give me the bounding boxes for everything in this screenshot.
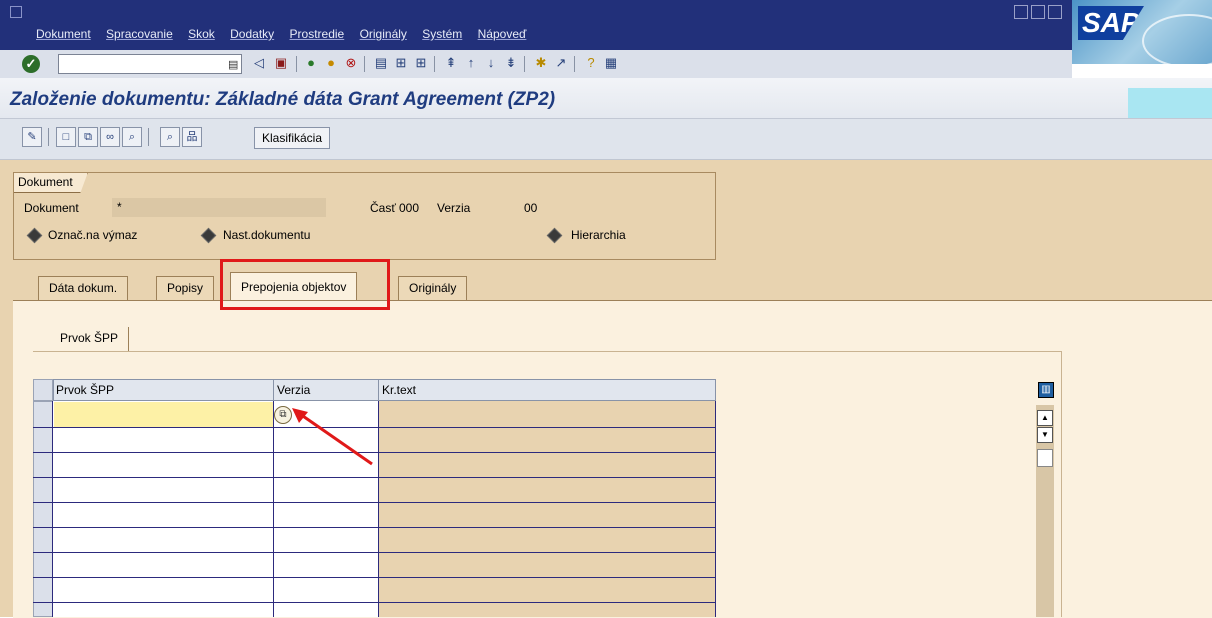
exit-icon[interactable]: ● — [322, 54, 340, 72]
sap-logo: SAP — [1072, 0, 1212, 64]
group-title: Dokument — [14, 173, 88, 193]
arrow-line — [299, 412, 373, 466]
menu-dodatky[interactable]: Dodatky — [230, 27, 274, 41]
copy-icon[interactable]: ⧉ — [78, 127, 98, 147]
row-divider — [33, 527, 716, 528]
column-divider — [273, 401, 274, 617]
row-selectors[interactable] — [33, 401, 53, 617]
help-icon[interactable]: ? — [582, 54, 600, 72]
logo-swirl — [1142, 14, 1212, 64]
command-field[interactable] — [58, 54, 242, 74]
search-icon[interactable]: ⌕ — [160, 127, 180, 147]
highlight-box — [220, 259, 390, 310]
toolbar-separator — [574, 56, 575, 72]
dokument-field[interactable]: * — [112, 198, 326, 217]
maximize-icon[interactable] — [1031, 5, 1045, 19]
menu-dokument[interactable]: Dokument — [36, 27, 91, 41]
prev-page-icon[interactable]: ↑ — [462, 54, 480, 72]
table-settings-icon[interactable]: ▥ — [1038, 382, 1054, 398]
cancel-icon[interactable]: ⊗ — [342, 54, 360, 72]
column-divider — [715, 401, 716, 617]
find-next-icon[interactable]: ⊞ — [412, 54, 430, 72]
klasifikacia-button[interactable]: Klasifikácia — [254, 127, 331, 149]
title-status-box — [1128, 88, 1212, 118]
shortcut-icon[interactable]: ↗ — [552, 54, 570, 72]
annotation-arrow — [292, 408, 373, 466]
toolbar-separator — [434, 56, 435, 72]
toolbar-separator — [524, 56, 525, 72]
column-divider — [378, 401, 379, 617]
toolbar-separator — [296, 56, 297, 72]
cast-label: Časť — [370, 201, 396, 215]
back-icon[interactable]: ◁ — [250, 54, 268, 72]
menu-originaly[interactable]: Originály — [360, 27, 407, 41]
toolbar-separator — [48, 128, 49, 146]
oznac-label: Označ.na výmaz — [48, 228, 138, 242]
close-icon[interactable] — [1048, 5, 1062, 19]
verzia-value: 00 — [524, 201, 538, 215]
back-nav-icon[interactable]: ● — [302, 54, 320, 72]
toolbar-separator — [364, 56, 365, 72]
subtab-divider — [33, 351, 1061, 352]
hierarchy-icon[interactable]: 品 — [182, 127, 202, 147]
menu-system[interactable]: Systém — [422, 27, 462, 41]
layout-icon[interactable]: ▦ — [602, 54, 620, 72]
tab-data-dokum[interactable]: Dáta dokum. — [38, 276, 129, 300]
row-divider — [33, 502, 716, 503]
menu-skok[interactable]: Skok — [188, 27, 215, 41]
row-divider — [33, 577, 716, 578]
row-divider — [33, 477, 716, 478]
verzia-label: Verzia — [437, 201, 471, 215]
row-selector-column — [33, 401, 53, 617]
find-icon[interactable]: ⊞ — [392, 54, 410, 72]
hierarchia-label: Hierarchia — [571, 228, 626, 242]
new-session-icon[interactable]: ✱ — [532, 54, 550, 72]
system-menu-icon[interactable] — [10, 6, 22, 18]
arrow-head — [292, 408, 308, 423]
dokument-label: Dokument — [24, 201, 79, 215]
new-document-icon[interactable]: □ — [56, 127, 76, 147]
row-divider — [33, 602, 716, 603]
column-header-prvok-spp[interactable]: Prvok ŠPP — [53, 380, 274, 400]
cast-value: 000 — [399, 201, 420, 215]
window-buttons — [1014, 5, 1065, 22]
active-input-cell[interactable] — [54, 402, 273, 427]
first-page-icon[interactable]: ⇞ — [442, 54, 460, 72]
scroll-down-icon[interactable]: ▼ — [1037, 427, 1053, 443]
column-divider — [52, 401, 53, 617]
subtab-right-border — [1061, 351, 1062, 617]
minimize-icon[interactable] — [1014, 5, 1028, 19]
row-divider — [33, 552, 716, 553]
menu-spracovanie[interactable]: Spracovanie — [106, 27, 173, 41]
page-title: Založenie dokumentu: Základné dáta Grant… — [10, 89, 556, 110]
ok-icon[interactable]: ✓ — [22, 55, 40, 73]
select-all-cell[interactable] — [33, 379, 53, 401]
sap-logo-text: SAP — [1078, 6, 1144, 40]
menu-prostredie[interactable]: Prostredie — [290, 27, 345, 41]
edit-toggle-icon[interactable]: ✎ — [22, 127, 42, 147]
kr-text-column — [379, 401, 716, 617]
column-header-kr-text[interactable]: Kr.text — [379, 380, 716, 400]
save-icon[interactable]: ▣ — [272, 54, 290, 72]
nast-label: Nast.dokumentu — [223, 228, 311, 242]
tab-originaly[interactable]: Originály — [398, 276, 468, 300]
glasses-icon[interactable]: ∞ — [100, 127, 120, 147]
binoculars-icon[interactable]: ⌕ — [122, 127, 142, 147]
next-page-icon[interactable]: ↓ — [482, 54, 500, 72]
menu-items: Dokument Spracovanie Skok Dodatky Prostr… — [36, 27, 538, 41]
subtab-prvok-spp[interactable]: Prvok ŠPP — [48, 327, 130, 351]
menu-napoveda[interactable]: Nápoveď — [478, 27, 527, 41]
command-dropdown-icon[interactable]: ▤ — [228, 58, 238, 71]
scroll-up-icon[interactable]: ▲ — [1037, 410, 1053, 426]
prvok-spp-column — [53, 401, 274, 617]
tab-popisy[interactable]: Popisy — [156, 276, 215, 300]
last-page-icon[interactable]: ⇟ — [502, 54, 520, 72]
scroll-thumb[interactable] — [1037, 449, 1053, 467]
toolbar-separator — [148, 128, 149, 146]
print-icon[interactable]: ▤ — [372, 54, 390, 72]
column-header-verzia[interactable]: Verzia — [274, 380, 379, 400]
